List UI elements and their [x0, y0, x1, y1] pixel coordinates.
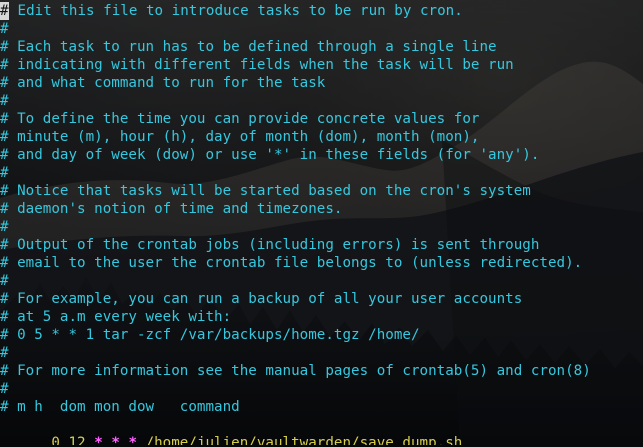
cron-hour[interactable]: 12	[69, 435, 86, 445]
comment-line: # at 5 a.m every week with:	[0, 308, 643, 326]
cron-dom[interactable]: *	[94, 435, 103, 445]
comment-text: #	[0, 219, 9, 235]
comment-line: # 0 5 * * 1 tar -zcf /var/backups/home.t…	[0, 326, 643, 344]
comment-text: #	[0, 345, 9, 361]
comment-line: #	[0, 164, 643, 182]
comment-line: # To define the time you can provide con…	[0, 110, 643, 128]
comment-text: # and what command to run for the task	[0, 75, 326, 91]
comment-text: # Each task to run has to be defined thr…	[0, 39, 497, 55]
comment-line: # and day of week (dow) or use '*' in th…	[0, 146, 643, 164]
comment-line: # email to the user the crontab file bel…	[0, 254, 643, 272]
comment-text: # For more information see the manual pa…	[0, 363, 591, 379]
comment-text: #	[0, 21, 9, 37]
comment-line: # daemon's notion of time and timezones.	[0, 200, 643, 218]
comment-text: #	[0, 273, 9, 289]
cron-dow[interactable]: *	[128, 435, 137, 445]
cron-mon[interactable]: *	[111, 435, 120, 445]
comment-text: #	[0, 93, 9, 109]
comment-text: # 0 5 * * 1 tar -zcf /var/backups/home.t…	[0, 327, 420, 343]
header-line: # m h dom mon dow command	[0, 398, 643, 416]
crontab-editor[interactable]: # Edit this file to introduce tasks to b…	[0, 2, 643, 445]
comment-line: # Notice that tasks will be started base…	[0, 182, 643, 200]
comment-text: # email to the user the crontab file bel…	[0, 255, 583, 271]
comment-text: #	[0, 165, 9, 181]
cron-job-line[interactable]: 0 12 * * * /home/julien/vaultwarden/save…	[0, 416, 643, 445]
header-text: # m h dom mon dow command	[0, 399, 240, 415]
comment-line: #	[0, 272, 643, 290]
comment-text: # daemon's notion of time and timezones.	[0, 201, 343, 217]
comment-line: # Output of the crontab jobs (including …	[0, 236, 643, 254]
comment-line: # minute (m), hour (h), day of month (do…	[0, 128, 643, 146]
cron-minute[interactable]: 0	[51, 435, 60, 445]
comment-line: # and what command to run for the task	[0, 74, 643, 92]
comment-text: # For example, you can run a backup of a…	[0, 291, 523, 307]
comment-line: # For more information see the manual pa…	[0, 362, 643, 380]
comment-line: # Each task to run has to be defined thr…	[0, 38, 643, 56]
comment-line: #	[0, 380, 643, 398]
terminal-window[interactable]: # Edit this file to introduce tasks to b…	[0, 0, 643, 447]
comment-text: # Output of the crontab jobs (including …	[0, 237, 540, 253]
comment-line: # indicating with different fields when …	[0, 56, 643, 74]
comment-text: # and day of week (dow) or use '*' in th…	[0, 147, 540, 163]
comment-text: Edit this file to introduce tasks to be …	[9, 3, 463, 19]
comment-text: #	[0, 381, 9, 397]
comment-text: # indicating with different fields when …	[0, 57, 514, 73]
comment-text: # at 5 a.m every week with:	[0, 309, 232, 325]
comment-text: # minute (m), hour (h), day of month (do…	[0, 129, 480, 145]
comment-line: # For example, you can run a backup of a…	[0, 290, 643, 308]
cron-command-path[interactable]: /home/julien/vaultwarden/save_dump.sh	[146, 435, 463, 445]
comment-text: # Notice that tasks will be started base…	[0, 183, 531, 199]
comment-text: # To define the time you can provide con…	[0, 111, 480, 127]
comment-line: #	[0, 344, 643, 362]
comment-line: # Edit this file to introduce tasks to b…	[0, 2, 463, 20]
comment-line: #	[0, 92, 643, 110]
comment-line: #	[0, 218, 643, 236]
comment-line: #	[0, 20, 643, 38]
